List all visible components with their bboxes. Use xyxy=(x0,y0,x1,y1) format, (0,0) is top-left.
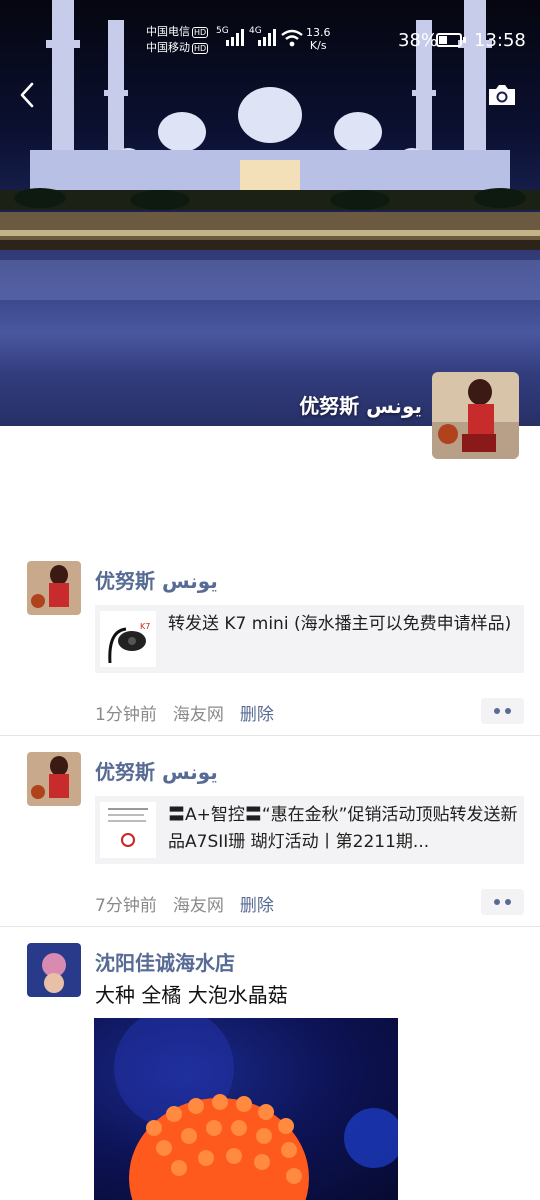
post-source[interactable]: 海友网 xyxy=(173,896,224,916)
shared-link-title: 转发送 K7 mini (海水播主可以免费申请样品) xyxy=(168,614,512,634)
shared-link-thumbnail: K7 xyxy=(100,611,156,667)
delete-link[interactable]: 删除 xyxy=(240,896,274,916)
battery-icon xyxy=(436,33,462,47)
divider xyxy=(0,926,540,927)
carrier-1: 中国电信 xyxy=(146,25,190,38)
camera-icon[interactable] xyxy=(486,82,518,108)
shared-link-title: 〓A+智控〓“惠在金秋”促销活动顶贴转发送新品A7SII珊 瑚灯活动丨第2211… xyxy=(168,805,518,852)
profile-name[interactable]: 优努斯 يونس xyxy=(299,390,422,419)
more-actions-button[interactable] xyxy=(481,698,524,724)
author-avatar[interactable] xyxy=(27,561,81,615)
post-photo[interactable] xyxy=(94,1018,398,1200)
status-bar: 中国电信 HD 中国移动 HD 5G 4G 13.6 K/s 38% 13:58 xyxy=(0,0,540,80)
back-arrow-icon[interactable] xyxy=(14,80,40,110)
delete-link[interactable]: 删除 xyxy=(240,705,274,725)
divider xyxy=(0,735,540,736)
carrier-2: 中国移动 xyxy=(146,41,190,54)
post-meta: 7分钟前 海友网 删除 xyxy=(95,891,290,916)
post-time: 1分钟前 xyxy=(95,705,157,725)
post-source[interactable]: 海友网 xyxy=(173,705,224,725)
cover-photo[interactable]: 中国电信HD 中国移动HD 5G 4G 13.6 K/s 38% 13:58 xyxy=(0,0,540,426)
hd-badge: HD xyxy=(192,43,209,54)
more-actions-button[interactable] xyxy=(481,889,524,915)
shared-link-card[interactable]: K7 转发送 K7 mini (海水播主可以免费申请样品) xyxy=(95,605,524,673)
battery-percent: 38% xyxy=(398,30,439,51)
battery-tip xyxy=(463,37,466,43)
wifi-icon xyxy=(281,29,303,47)
post-time: 7分钟前 xyxy=(95,896,157,916)
signal-icon xyxy=(258,29,276,46)
signal-icon xyxy=(226,29,244,46)
post-text: 大种 全橘 大泡水晶菇 xyxy=(95,983,288,1007)
carrier-labels: 中国电信 HD 中国移动 HD xyxy=(146,24,209,56)
shared-link-card[interactable]: 〓A+智控〓“惠在金秋”促销活动顶贴转发送新品A7SII珊 瑚灯活动丨第2211… xyxy=(95,796,524,864)
author-avatar[interactable] xyxy=(27,752,81,806)
author-name[interactable]: 优努斯 يونس xyxy=(95,565,218,594)
hd-badge: HD xyxy=(192,27,209,38)
profile-avatar[interactable] xyxy=(432,372,519,459)
author-name[interactable]: 沈阳佳诚海水店 xyxy=(95,947,235,976)
author-avatar[interactable] xyxy=(27,943,81,997)
svg-text:K7: K7 xyxy=(140,622,150,631)
network-speed: 13.6 K/s xyxy=(306,26,331,52)
author-name[interactable]: 优努斯 يونس xyxy=(95,756,218,785)
clock: 13:58 xyxy=(474,30,526,51)
shared-link-thumbnail xyxy=(100,802,156,858)
post-meta: 1分钟前 海友网 删除 xyxy=(95,700,290,725)
